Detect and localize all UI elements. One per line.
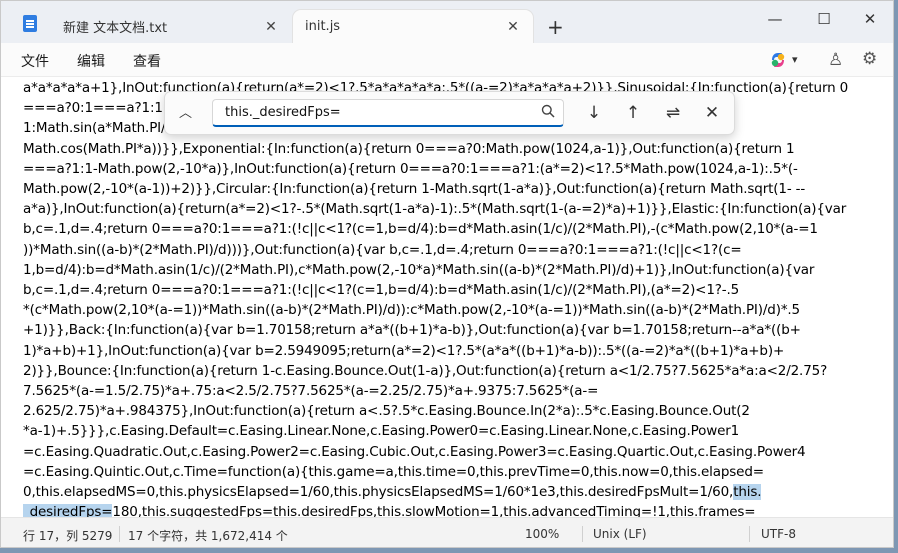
text-editor[interactable]: a*a*a*a*a+1},InOut:function(a){return(a*… <box>1 77 881 517</box>
copilot-icon[interactable] <box>769 51 787 69</box>
find-input[interactable] <box>212 99 564 127</box>
code-line: 7.5625*(a-=1.5/2.75)*a+.75:a<2.5/2.75?7.… <box>23 383 599 400</box>
code-line: 2.625/2.75)*a+.984375},InOut:function(a)… <box>23 403 750 420</box>
cursor-position: 行 17，列 5279 <box>23 529 113 543</box>
status-divider <box>119 526 120 542</box>
gear-icon[interactable]: ⚙ <box>862 49 877 69</box>
notepad-app-icon <box>23 15 37 32</box>
close-icon[interactable]: ✕ <box>263 19 279 35</box>
status-divider <box>582 526 583 542</box>
code-line: b,c=.1,d=.4;return 0===a?0:1===a?1:(!c||… <box>23 221 818 238</box>
code-line: 180,this.suggestedFps=this.desiredFps,th… <box>112 504 756 517</box>
tab-init-js[interactable]: init.js ✕ <box>293 10 533 43</box>
menu-edit[interactable]: 编辑 <box>77 51 105 71</box>
code-line: a*a)},InOut:function(a){return(a*=2)<1?-… <box>23 201 847 218</box>
status-bar: 行 17，列 5279 17 个字符，共 1,672,414 个 100% Un… <box>1 517 893 547</box>
profile-icon[interactable]: ♙ <box>828 50 843 70</box>
status-divider <box>749 526 750 542</box>
search-icon <box>541 104 555 118</box>
close-icon[interactable]: ✕ <box>505 19 521 35</box>
code-line: +1)}},Back:{In:function(a){var b=1.70158… <box>23 322 801 339</box>
search-match-highlight: _desiredFps= <box>23 504 113 517</box>
maximize-button[interactable]: ☐ <box>809 7 839 31</box>
tab-new-text-document[interactable]: 新建 文本文档.txt ✕ <box>51 10 291 43</box>
code-line: *(c*Math.pow(2,10*(a-=1))*Math.sin((a-b)… <box>23 302 800 319</box>
menu-file[interactable]: 文件 <box>21 51 49 71</box>
line-ending[interactable]: Unix (LF) <box>593 527 647 541</box>
find-close-button[interactable]: ✕ <box>700 101 724 125</box>
tab-label: init.js <box>305 19 341 34</box>
code-text[interactable]: a*a*a*a*a+1},InOut:function(a){return(a*… <box>23 78 873 517</box>
new-tab-button[interactable]: + <box>547 15 564 39</box>
find-options-button[interactable]: ⇌ <box>661 101 685 125</box>
find-previous-button[interactable]: ↑ <box>621 101 645 125</box>
find-bar: ︿ ↓ ↑ ⇌ ✕ <box>164 91 735 135</box>
find-next-button[interactable]: ↓ <box>582 101 606 125</box>
zoom-level[interactable]: 100% <box>525 527 559 541</box>
selection-count: 17 个字符，共 1,672,414 个 <box>128 529 288 543</box>
minimize-button[interactable]: — <box>760 7 790 31</box>
code-line: 1,b=d/4):b=d*Math.asin(1/c)/(2*Math.PI),… <box>23 261 815 278</box>
tab-label: 新建 文本文档.txt <box>63 21 168 36</box>
encoding[interactable]: UTF-8 <box>761 527 796 541</box>
code-line: 2)}},Bounce:{In:function(a){return 1-c.E… <box>23 362 828 379</box>
code-line: ))*Math.sin((a-b)*(2*Math.PI)/d)))},Out:… <box>23 241 742 258</box>
code-line: Math.cos(Math.PI*a))}},Exponential:{In:f… <box>23 140 795 157</box>
code-line: b,c=.1,d=.4;return 0===a?0:1===a?1:(!c||… <box>23 282 740 299</box>
code-line: =c.Easing.Quintic.Out,c.Time=function(a)… <box>23 463 764 480</box>
title-bar: 新建 文本文档.txt ✕ init.js ✕ + — ☐ ✕ <box>1 1 893 43</box>
window-close-button[interactable]: ✕ <box>855 7 885 31</box>
code-line: 1)*a+b)+1},InOut:function(a){var b=2.594… <box>23 342 785 359</box>
code-line: ===a?0:1===a?1:1 <box>23 100 163 117</box>
code-line: *a-1)+.5}}},c.Easing.Default=c.Easing.Li… <box>23 423 740 440</box>
menu-view[interactable]: 查看 <box>133 51 161 71</box>
search-match-highlight: this. <box>733 484 762 501</box>
code-line: =c.Easing.Quadratic.Out,c.Easing.Power2=… <box>23 443 806 460</box>
toggle-replace-icon[interactable]: ︿ <box>179 102 192 121</box>
menu-bar: 文件 编辑 查看 ▾ ♙ ⚙ <box>1 43 893 77</box>
notepad-window: 新建 文本文档.txt ✕ init.js ✕ + — ☐ ✕ 文件 编辑 查看… <box>0 0 894 548</box>
code-line: Math.pow(2,-10*(a-1))+2)}},Circular:{In:… <box>23 181 806 198</box>
code-line: ===a?1:1-Math.pow(2,-10*a)},InOut:functi… <box>23 160 798 177</box>
code-line: 0,this.elapsedMS=0,this.physicsElapsed=1… <box>23 484 734 501</box>
chevron-down-icon[interactable]: ▾ <box>792 53 798 66</box>
